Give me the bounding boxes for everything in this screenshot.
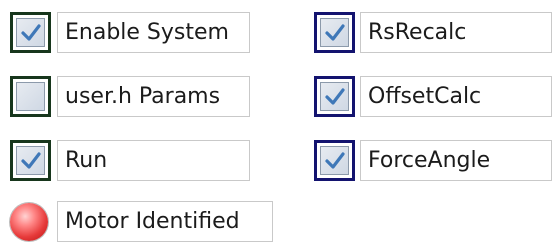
force-angle-checkbox[interactable] [314,140,355,181]
enable-system-label: Enable System [57,12,250,53]
check-icon [324,23,345,41]
check-icon [20,23,41,41]
force-angle-label: ForceAngle [360,140,552,181]
check-icon [20,151,41,169]
offset-calc-label: OffsetCalc [360,76,552,117]
run-label: Run [57,140,250,181]
offset-calc-checkbox[interactable] [314,76,355,117]
enable-system-checkbox[interactable] [10,12,51,53]
check-icon [324,87,345,105]
run-checkbox[interactable] [10,140,51,181]
user-h-params-checkbox[interactable] [10,76,51,117]
rs-recalc-label: RsRecalc [360,12,552,53]
motor-identified-led-icon [10,203,48,241]
motor-identified-label: Motor Identified [57,201,273,242]
rs-recalc-checkbox[interactable] [314,12,355,53]
user-h-params-label: user.h Params [57,76,250,117]
check-icon [324,151,345,169]
